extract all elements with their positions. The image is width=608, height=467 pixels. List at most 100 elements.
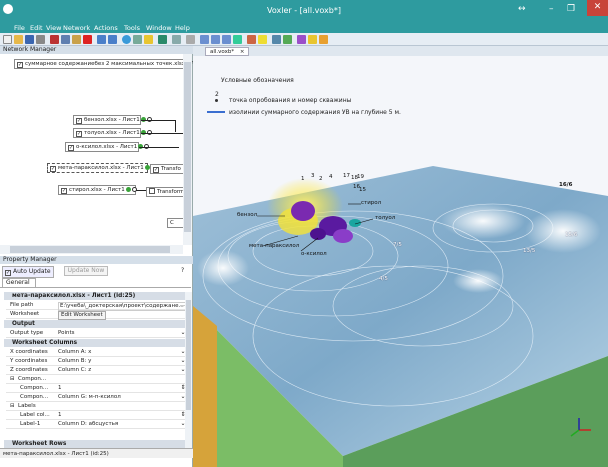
light-icon[interactable] — [258, 35, 267, 44]
axes-icon[interactable] — [247, 35, 256, 44]
menu-window[interactable]: Window — [146, 24, 172, 32]
save-icon[interactable] — [25, 35, 34, 44]
section-output[interactable]: Output — [4, 320, 187, 328]
checkbox-icon[interactable]: ✓ — [50, 166, 56, 172]
colormap-icon[interactable] — [319, 35, 328, 44]
contour-label: 7/5 — [393, 242, 402, 248]
status-text: мета-параксилол.xlsx - Лист1 (id:25) — [3, 451, 109, 457]
refresh-icon[interactable] — [158, 35, 167, 44]
menu-help[interactable]: Help — [175, 24, 190, 32]
x-column-select[interactable]: Column A: x — [58, 348, 91, 357]
maximize-button[interactable]: ❐ — [567, 4, 575, 14]
redo-icon[interactable] — [108, 35, 117, 44]
label-count-field[interactable]: 1 — [58, 411, 62, 420]
tab-divider — [0, 287, 191, 288]
root-data-node[interactable]: ✓ суммарное содержаниебез 2 максимальных … — [14, 59, 198, 69]
edit-worksheet-button[interactable]: Edit Worksheet — [58, 311, 106, 320]
checkbox-icon[interactable]: ✓ — [76, 118, 82, 124]
component-column-select[interactable]: Column G: м-п-ксилол — [58, 393, 121, 402]
menu-edit[interactable]: Edit — [30, 24, 43, 32]
components-group[interactable]: ⊟ Compon... — [6, 375, 187, 384]
auto-update-toggle[interactable]: ✓ Auto Update — [2, 266, 54, 278]
property-manager-panel: Property Manager ✓ Auto Update Update Now… — [0, 256, 193, 467]
delete-icon[interactable] — [83, 35, 92, 44]
output-type-select[interactable]: Points — [58, 329, 75, 338]
help-button[interactable]: ? — [181, 267, 184, 274]
checkbox-icon[interactable]: ✓ — [17, 62, 23, 68]
print-icon[interactable] — [36, 35, 45, 44]
model-side-edge — [193, 306, 217, 467]
node-styrene[interactable]: ✓ стирол.xlsx - Лист1 — [58, 185, 137, 195]
menu-actions[interactable]: Actions — [94, 24, 118, 32]
z-column-select[interactable]: Column C: z — [58, 366, 91, 375]
property-row: Compon... 1 ⇕ — [6, 384, 187, 393]
copy-icon[interactable] — [61, 35, 70, 44]
purple-volume — [291, 201, 315, 221]
collapse-icon[interactable]: ⊟ — [10, 375, 15, 384]
view-front-icon[interactable] — [211, 35, 220, 44]
checkbox-icon[interactable]: ✓ — [76, 131, 82, 137]
cut-icon[interactable] — [50, 35, 59, 44]
open-icon[interactable] — [14, 35, 23, 44]
close-button[interactable]: ✕ — [587, 0, 608, 16]
section-worksheet-rows[interactable]: Worksheet Rows — [4, 440, 187, 448]
scene[interactable] — [193, 56, 608, 467]
y-column-select[interactable]: Column B: y — [58, 357, 91, 366]
capture-icon[interactable] — [272, 35, 281, 44]
horizontal-scrollbar[interactable] — [0, 245, 183, 254]
settings-icon[interactable] — [308, 35, 317, 44]
port-icon[interactable] — [125, 187, 131, 192]
tab-document[interactable]: all.voxb* × — [205, 47, 249, 56]
checkbox-icon[interactable]: ✓ — [68, 145, 74, 151]
undo-icon[interactable] — [97, 35, 106, 44]
section-worksheet-columns[interactable]: Worksheet Columns — [4, 339, 187, 347]
checkbox-icon[interactable]: ✓ — [153, 167, 159, 173]
connector-line — [175, 120, 176, 132]
property-row: Label col... 1 ⇕ — [6, 411, 187, 420]
scrollbar-thumb[interactable] — [10, 246, 170, 253]
menu-view[interactable]: View — [46, 24, 61, 32]
paste-icon[interactable] — [72, 35, 81, 44]
node-toluene[interactable]: ✓ толуол.xlsx - Лист1 — [73, 128, 152, 138]
menu-tools[interactable]: Tools — [124, 24, 140, 32]
checkbox-icon[interactable]: ✓ — [5, 270, 11, 276]
export-icon[interactable] — [283, 35, 292, 44]
rotate-icon[interactable] — [233, 35, 242, 44]
chart-icon[interactable] — [297, 35, 306, 44]
menu-network[interactable]: Network — [63, 24, 90, 32]
help-icon[interactable] — [122, 35, 131, 44]
view-side-icon[interactable] — [222, 35, 231, 44]
cube-icon[interactable] — [172, 35, 181, 44]
property-key: Compon... — [18, 376, 47, 382]
scrollbar-thumb[interactable] — [186, 300, 191, 410]
close-icon[interactable]: × — [240, 49, 245, 55]
component-count-field[interactable]: 1 — [58, 384, 62, 393]
contour-label: 15/6 — [565, 232, 578, 238]
update-now-button[interactable]: Update Now — [64, 266, 108, 276]
resize-arrows-icon[interactable]: ↔ — [518, 4, 526, 14]
minimize-button[interactable]: – — [549, 4, 554, 14]
vertical-scrollbar[interactable] — [183, 54, 192, 245]
vertical-scrollbar[interactable] — [185, 292, 192, 448]
tab-general[interactable]: General — [2, 278, 36, 287]
property-key: Z coordinates — [10, 367, 48, 373]
new-icon[interactable] — [3, 35, 12, 44]
grid-icon[interactable] — [133, 35, 142, 44]
node-benzene[interactable]: ✓ бензол.xlsx - Лист1 — [73, 115, 152, 125]
section-title: Worksheet Columns — [12, 340, 78, 346]
wand-icon[interactable] — [144, 35, 153, 44]
scrollbar-thumb[interactable] — [184, 62, 191, 232]
zoom-icon[interactable] — [186, 35, 195, 44]
node-o-xylene[interactable]: ✓ о-ксилол.xlsx - Лист1 — [65, 142, 150, 152]
checkbox-icon[interactable]: ✓ — [61, 188, 67, 194]
group-header[interactable]: мета-параксилол.xlsx - Лист1 (id:25) — [4, 292, 187, 300]
view-top-icon[interactable] — [200, 35, 209, 44]
purple-volume — [333, 229, 353, 243]
checkbox-icon[interactable] — [149, 188, 155, 194]
node-meta-paraxylene[interactable]: ✓ мета-параксилол.xlsx - Лист1 — [47, 163, 156, 173]
label-column-select[interactable]: Column D: абсцустья — [58, 420, 118, 429]
3d-viewport[interactable]: Условные обозначения 2 точка опробования… — [193, 56, 608, 467]
collapse-icon[interactable]: ⊟ — [10, 402, 15, 411]
menu-file[interactable]: File — [14, 24, 25, 32]
labels-group[interactable]: ⊟ Labels — [6, 402, 187, 411]
